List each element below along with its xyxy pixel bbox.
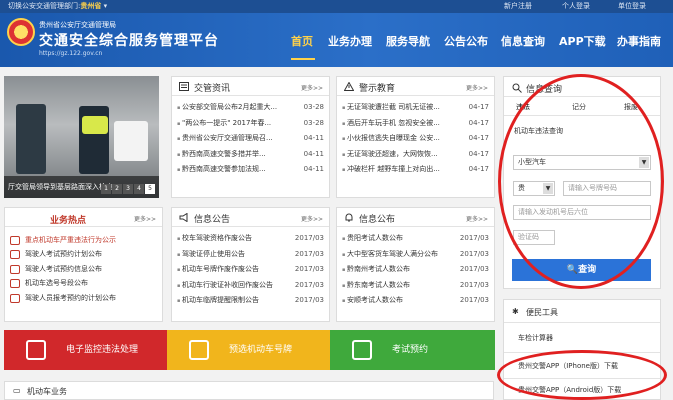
more-link[interactable]: 更多>> (466, 83, 488, 92)
logo-title[interactable]: 交通安全综合服务管理平台 (39, 30, 219, 50)
panel-title: 信息公布 (359, 215, 396, 225)
list-item[interactable]: 驾驶人考试预约计划公布 (10, 247, 157, 261)
slider-page[interactable]: 4 (134, 184, 144, 194)
list-item[interactable]: 黔西南高速交警多措并举...04-11 (177, 147, 324, 163)
warning-icon (344, 82, 354, 91)
photo-figure (16, 104, 46, 174)
info-notice-panel: 信息公告 更多>> 校车驾驶资格作废公告2017/03 驾驶证停止使用公告201… (171, 207, 330, 322)
nav-guide[interactable]: 办事指南 (617, 33, 661, 49)
news-slider[interactable]: 厅交管局领导到基层路面深入检查... 12345 (4, 76, 159, 198)
news-icon (179, 82, 189, 91)
nav-info-query[interactable]: 信息查询 (501, 33, 545, 49)
calendar-icon (352, 340, 372, 360)
nav-business[interactable]: 业务办理 (328, 33, 372, 49)
department-switcher[interactable]: 切换公安交通管理部门:贵州省 ▾ (8, 0, 107, 13)
logo-subtitle: 贵州省公安厅交通管理局 (39, 21, 116, 29)
region-select[interactable]: 贵州省 (80, 2, 101, 10)
megaphone-icon (179, 213, 188, 222)
list-item[interactable]: 大中型客货车驾驶人满分公布2017/03 (342, 247, 489, 263)
slider-page[interactable]: 2 (112, 184, 122, 194)
car-icon: ▭ (13, 386, 21, 395)
register-link[interactable]: 新户注册 (504, 0, 532, 13)
hot-item-icon (10, 293, 20, 303)
divider (504, 322, 660, 323)
list-item[interactable]: 黔南州考试人数公布2017/03 (342, 262, 489, 278)
list-item[interactable]: 机动车行驶证补收回作废公告2017/03 (177, 278, 324, 294)
list-item[interactable]: 小伙报信逃失自曝现金 公安...04-17 (342, 131, 489, 147)
nav-announcements[interactable]: 公告公布 (444, 33, 488, 49)
warning-education-panel: 警示教育 更多>> 无证驾驶遭拦截 司机无证被...04-17 酒后开车玩手机 … (336, 76, 495, 198)
gear-icon: ✱ (512, 307, 519, 316)
personal-login-link[interactable]: 个人登录 (562, 0, 590, 13)
list-item[interactable]: 机动车选号号段公布 (10, 276, 157, 290)
list-item[interactable]: 黔东南考试人数公布2017/03 (342, 278, 489, 294)
list-item[interactable]: 驾驶人员报考预约的计划公布 (10, 291, 157, 305)
hot-item-icon (10, 264, 20, 274)
company-login-link[interactable]: 单位登录 (618, 0, 646, 13)
search-icon (512, 83, 522, 93)
nav-home[interactable]: 首页 (291, 33, 313, 49)
list-item[interactable]: 黔西南高速交警参加法规...04-11 (177, 162, 324, 178)
list-item[interactable]: 驾驶证停止使用公告2017/03 (177, 247, 324, 263)
panel-header: 警示教育 更多>> (337, 77, 494, 96)
info-publish-panel: 信息公布 更多>> 贵阳考试人数公布2017/03 大中型客货车驾驶人满分公布2… (336, 207, 495, 322)
panel-header: 信息公布 更多>> (337, 208, 494, 227)
hot-topics-panel: 业务热点 更多>> 重点机动车严重违法行为公示 驾驶人考试预约计划公布 驾驶人考… (4, 207, 163, 322)
more-link[interactable]: 更多>> (301, 83, 323, 92)
nav-service[interactable]: 服务导航 (386, 33, 430, 49)
slider-page-active[interactable]: 5 (145, 184, 155, 194)
list-item[interactable]: "两公布一提示" 2017年春...03-28 (177, 116, 324, 132)
section-title: 机动车业务 (27, 387, 67, 396)
list-item[interactable]: 安顺考试人数公布2017/03 (342, 293, 489, 309)
annotation-circle (497, 350, 667, 400)
vehicle-business-section: ▭ 机动车业务 (4, 381, 494, 400)
list-item[interactable]: 校车驾驶资格作废公告2017/03 (177, 231, 324, 247)
slider-page[interactable]: 3 (123, 184, 133, 194)
plate-number-icon (189, 340, 209, 360)
police-emblem-icon (7, 18, 35, 46)
vehicle-inspection-calculator-link[interactable]: 车检计算器 (518, 333, 553, 343)
camera-icon (26, 340, 46, 360)
list-item[interactable]: 无证驾驶遭拦截 司机无证被...04-17 (342, 100, 489, 116)
nav-active-indicator (291, 58, 315, 60)
panel-title: 业务热点 (50, 216, 87, 226)
top-bar: 切换公安交通管理部门:贵州省 ▾ 新户注册 个人登录 单位登录 (0, 0, 673, 13)
list-item[interactable]: 驾驶人考试预约信息公布 (10, 262, 157, 276)
panel-header: 业务热点 更多>> (5, 208, 162, 227)
list-item[interactable]: 重点机动车严重违法行为公示 (10, 233, 157, 247)
photo-document (114, 121, 148, 161)
list-item[interactable]: 无证驾驶还超速，大网恢恢...04-17 (342, 147, 489, 163)
panel-header: 交管资讯 更多>> (172, 77, 329, 96)
more-link[interactable]: 更多>> (466, 214, 488, 223)
hot-item-icon (10, 250, 20, 260)
slider-pager: 12345 (100, 183, 155, 194)
hot-item-icon (10, 279, 20, 289)
slider-page[interactable]: 1 (101, 184, 111, 194)
exam-booking-banner[interactable]: 考试预约 (330, 330, 495, 370)
panel-header: 信息公告 更多>> (172, 208, 329, 227)
nav-app-download[interactable]: APP下载 (559, 33, 606, 49)
list-item[interactable]: 冲破栏杆 越野车撞上对向出...04-17 (342, 162, 489, 178)
logo-url: https://gz.122.gov.cn (39, 50, 103, 57)
bell-icon (345, 213, 353, 222)
camera-violation-banner[interactable]: 电子监控违法处理 (4, 330, 167, 370)
hot-item-icon (10, 236, 20, 245)
annotation-circle (498, 74, 664, 289)
panel-title: 交管资讯 (194, 84, 231, 94)
more-link[interactable]: 更多>> (301, 214, 323, 223)
list-item[interactable]: 机动车号牌作废作废公告2017/03 (177, 262, 324, 278)
list-item[interactable]: 酒后开车玩手机 忽视安全被...04-17 (342, 116, 489, 132)
panel-title: 便民工具 (526, 308, 558, 317)
list-item[interactable]: 贵阳考试人数公布2017/03 (342, 231, 489, 247)
more-link[interactable]: 更多>> (134, 214, 156, 223)
list-item[interactable]: 机动车临牌提醒限制公告2017/03 (177, 293, 324, 309)
panel-title: 信息公告 (194, 215, 231, 225)
list-item[interactable]: 贵州省公安厅交通管理局召...04-11 (177, 131, 324, 147)
photo-vest (82, 116, 108, 134)
list-item[interactable]: 公安部交管局公布2月起重大...03-28 (177, 100, 324, 116)
traffic-news-panel: 交管资讯 更多>> 公安部交管局公布2月起重大...03-28 "两公布一提示"… (171, 76, 330, 198)
panel-title: 警示教育 (359, 84, 396, 94)
plate-select-banner[interactable]: 预选机动车号牌 (167, 330, 330, 370)
